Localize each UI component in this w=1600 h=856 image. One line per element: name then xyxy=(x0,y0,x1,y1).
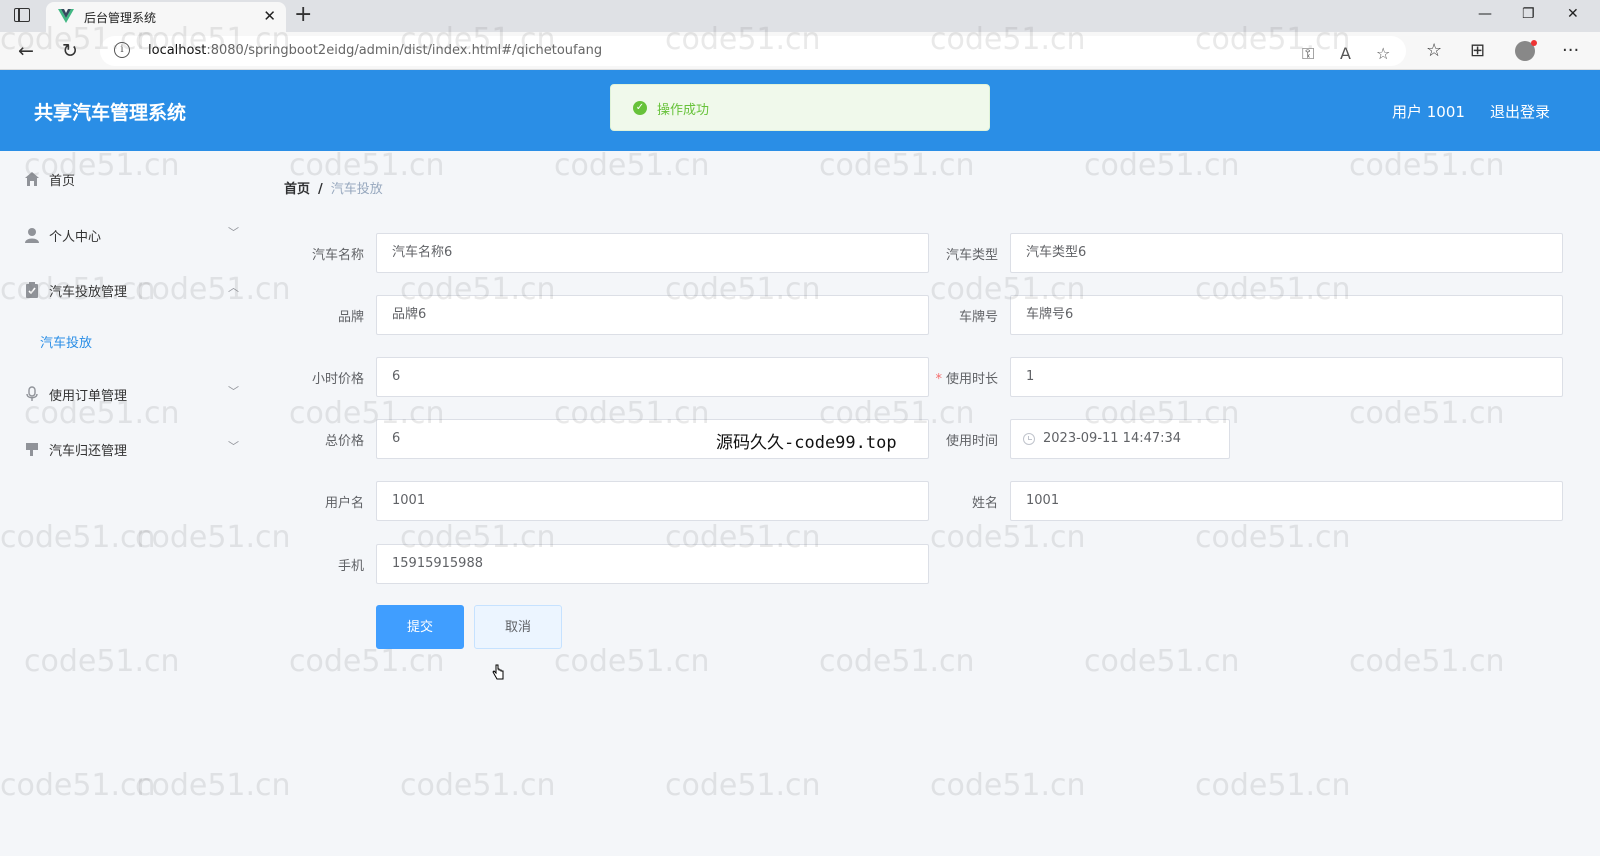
breadcrumb-current: 汽车投放 xyxy=(330,182,383,197)
watermark-text: code51.cn xyxy=(930,768,1086,803)
cancel-button[interactable]: 取消 xyxy=(474,605,562,649)
current-user: 用户 1001 xyxy=(1392,103,1465,121)
hourly-price-input[interactable]: 6 xyxy=(376,357,929,397)
logout-button[interactable]: 退出登录 xyxy=(1490,101,1550,122)
use-time-datepicker[interactable]: 2023-09-11 14:47:34 xyxy=(1010,419,1230,459)
hand-cursor-icon xyxy=(492,664,504,680)
watermark-text: code51.cn xyxy=(665,768,821,803)
back-arrow-icon[interactable]: ← xyxy=(18,40,34,62)
brand-input[interactable]: 品牌6 xyxy=(376,295,929,335)
sidebar-item-label: 使用订单管理 xyxy=(49,389,128,404)
watermark-text: code51.cn xyxy=(819,148,975,183)
watermark-text: code51.cn xyxy=(819,644,975,679)
tab-close-icon[interactable]: ✕ xyxy=(263,7,276,25)
sidebar-item-order-management[interactable]: 使用订单管理 ﹀ xyxy=(0,374,256,414)
new-tab-button[interactable]: + xyxy=(294,2,312,28)
app-title: 共享汽车管理系统 xyxy=(34,102,187,124)
more-menu-icon[interactable]: ··· xyxy=(1562,40,1579,61)
vue-logo-icon xyxy=(58,9,74,23)
watermark-text: code51.cn xyxy=(1349,644,1505,679)
favorites-icon[interactable]: ☆ xyxy=(1426,40,1442,61)
breadcrumb-separator: / xyxy=(318,182,323,197)
clock-icon xyxy=(1023,433,1035,445)
site-info-icon[interactable]: i xyxy=(114,42,130,58)
browser-tab-bar: 后台管理系统 ✕ + — ❐ ✕ xyxy=(0,0,1600,32)
phone-label: 手机 xyxy=(337,559,364,574)
browser-address-bar: ← ↻ i localhost:8080/springboot2eidg/adm… xyxy=(0,32,1600,70)
car-name-input[interactable]: 汽车名称6 xyxy=(376,233,929,273)
duration-input[interactable]: 1 xyxy=(1010,357,1563,397)
watermark-text: code51.cn xyxy=(930,520,1086,555)
browser-tab[interactable]: 后台管理系统 ✕ xyxy=(46,2,286,32)
name-input[interactable]: 1001 xyxy=(1010,481,1563,521)
flag-icon xyxy=(26,443,38,456)
watermark-text: code51.cn xyxy=(1349,148,1505,183)
sidebar: 首页 个人中心 ﹀ 汽车投放管理 ︿ 汽车投放 使用订单管理 ﹀ 汽车归还管理 … xyxy=(0,151,256,856)
user-icon xyxy=(25,228,39,243)
collections-icon[interactable]: ⊞ xyxy=(1470,40,1485,61)
required-mark: * xyxy=(935,372,942,387)
sidebar-item-car-deploy-management[interactable]: 汽车投放管理 ︿ xyxy=(0,270,256,310)
car-name-label: 汽车名称 xyxy=(311,248,364,263)
tab-actions-icon[interactable] xyxy=(14,8,30,22)
restore-icon[interactable]: ❐ xyxy=(1522,6,1535,22)
sidebar-item-home[interactable]: 首页 xyxy=(0,159,256,199)
chevron-down-icon: ﹀ xyxy=(228,440,239,453)
sidebar-item-label: 汽车归还管理 xyxy=(49,444,128,459)
home-icon xyxy=(25,172,39,186)
breadcrumb-home[interactable]: 首页 xyxy=(284,182,310,197)
watermark-text: code51.cn xyxy=(1084,148,1240,183)
chevron-down-icon: ﹀ xyxy=(228,385,239,398)
clipboard-icon xyxy=(26,282,38,298)
chevron-up-icon: ︿ xyxy=(228,281,239,294)
url-text: localhost:8080/springboot2eidg/admin/dis… xyxy=(148,43,603,58)
sidebar-item-return-management[interactable]: 汽车归还管理 ﹀ xyxy=(0,429,256,469)
username-input[interactable]: 1001 xyxy=(376,481,929,521)
watermark-text: code51.cn xyxy=(1195,520,1351,555)
watermark-text: code51.cn xyxy=(1195,768,1351,803)
phone-input[interactable]: 15915915988 xyxy=(376,544,929,584)
sidebar-subitem-label: 汽车投放 xyxy=(40,336,93,351)
notification-dot xyxy=(1531,40,1537,46)
watermark-text: code51.cn xyxy=(1349,396,1505,431)
refresh-icon[interactable]: ↻ xyxy=(62,40,78,62)
success-toast: ✓ 操作成功 xyxy=(610,84,990,131)
duration-label: * 使用时长 xyxy=(935,372,998,387)
read-aloud-icon[interactable]: A xyxy=(1340,44,1351,63)
car-type-input[interactable]: 汽车类型6 xyxy=(1010,233,1563,273)
brand-label: 品牌 xyxy=(337,310,364,325)
total-price-label: 总价格 xyxy=(324,434,364,449)
overlay-watermark-text: 源码久久-code99.top xyxy=(716,433,897,453)
toast-message: 操作成功 xyxy=(657,103,710,118)
tab-title: 后台管理系统 xyxy=(84,11,157,25)
sidebar-item-label: 首页 xyxy=(49,174,76,189)
sidebar-item-personal-center[interactable]: 个人中心 ﹀ xyxy=(0,215,256,255)
use-time-label: 使用时间 xyxy=(945,434,998,449)
use-time-value: 2023-09-11 14:47:34 xyxy=(1043,431,1182,446)
url-field[interactable]: i localhost:8080/springboot2eidg/admin/d… xyxy=(100,36,1406,66)
microphone-icon xyxy=(26,386,38,401)
sidebar-item-label: 个人中心 xyxy=(49,230,102,245)
favorite-add-icon[interactable]: ☆ xyxy=(1376,44,1390,63)
plate-label: 车牌号 xyxy=(958,310,998,325)
sidebar-item-label: 汽车投放管理 xyxy=(49,285,128,300)
chevron-down-icon: ﹀ xyxy=(228,226,239,239)
success-check-icon: ✓ xyxy=(633,101,647,115)
watermark-text: code51.cn xyxy=(554,148,710,183)
window-close-icon[interactable]: ✕ xyxy=(1567,6,1579,22)
watermark-text: code51.cn xyxy=(400,768,556,803)
name-label: 姓名 xyxy=(971,496,998,511)
breadcrumb: 首页 / 汽车投放 xyxy=(284,178,383,197)
submit-button[interactable]: 提交 xyxy=(376,605,464,649)
username-label: 用户名 xyxy=(324,496,364,511)
sidebar-item-car-deploy[interactable]: 汽车投放 xyxy=(0,321,256,361)
watermark-text: code51.cn xyxy=(554,644,710,679)
minimize-icon[interactable]: — xyxy=(1478,6,1492,22)
watermark-text: code51.cn xyxy=(1084,644,1240,679)
key-icon[interactable]: ⚿ xyxy=(1302,44,1314,64)
hourly-price-label: 小时价格 xyxy=(311,372,364,387)
plate-input[interactable]: 车牌号6 xyxy=(1010,295,1563,335)
car-type-label: 汽车类型 xyxy=(945,248,998,263)
